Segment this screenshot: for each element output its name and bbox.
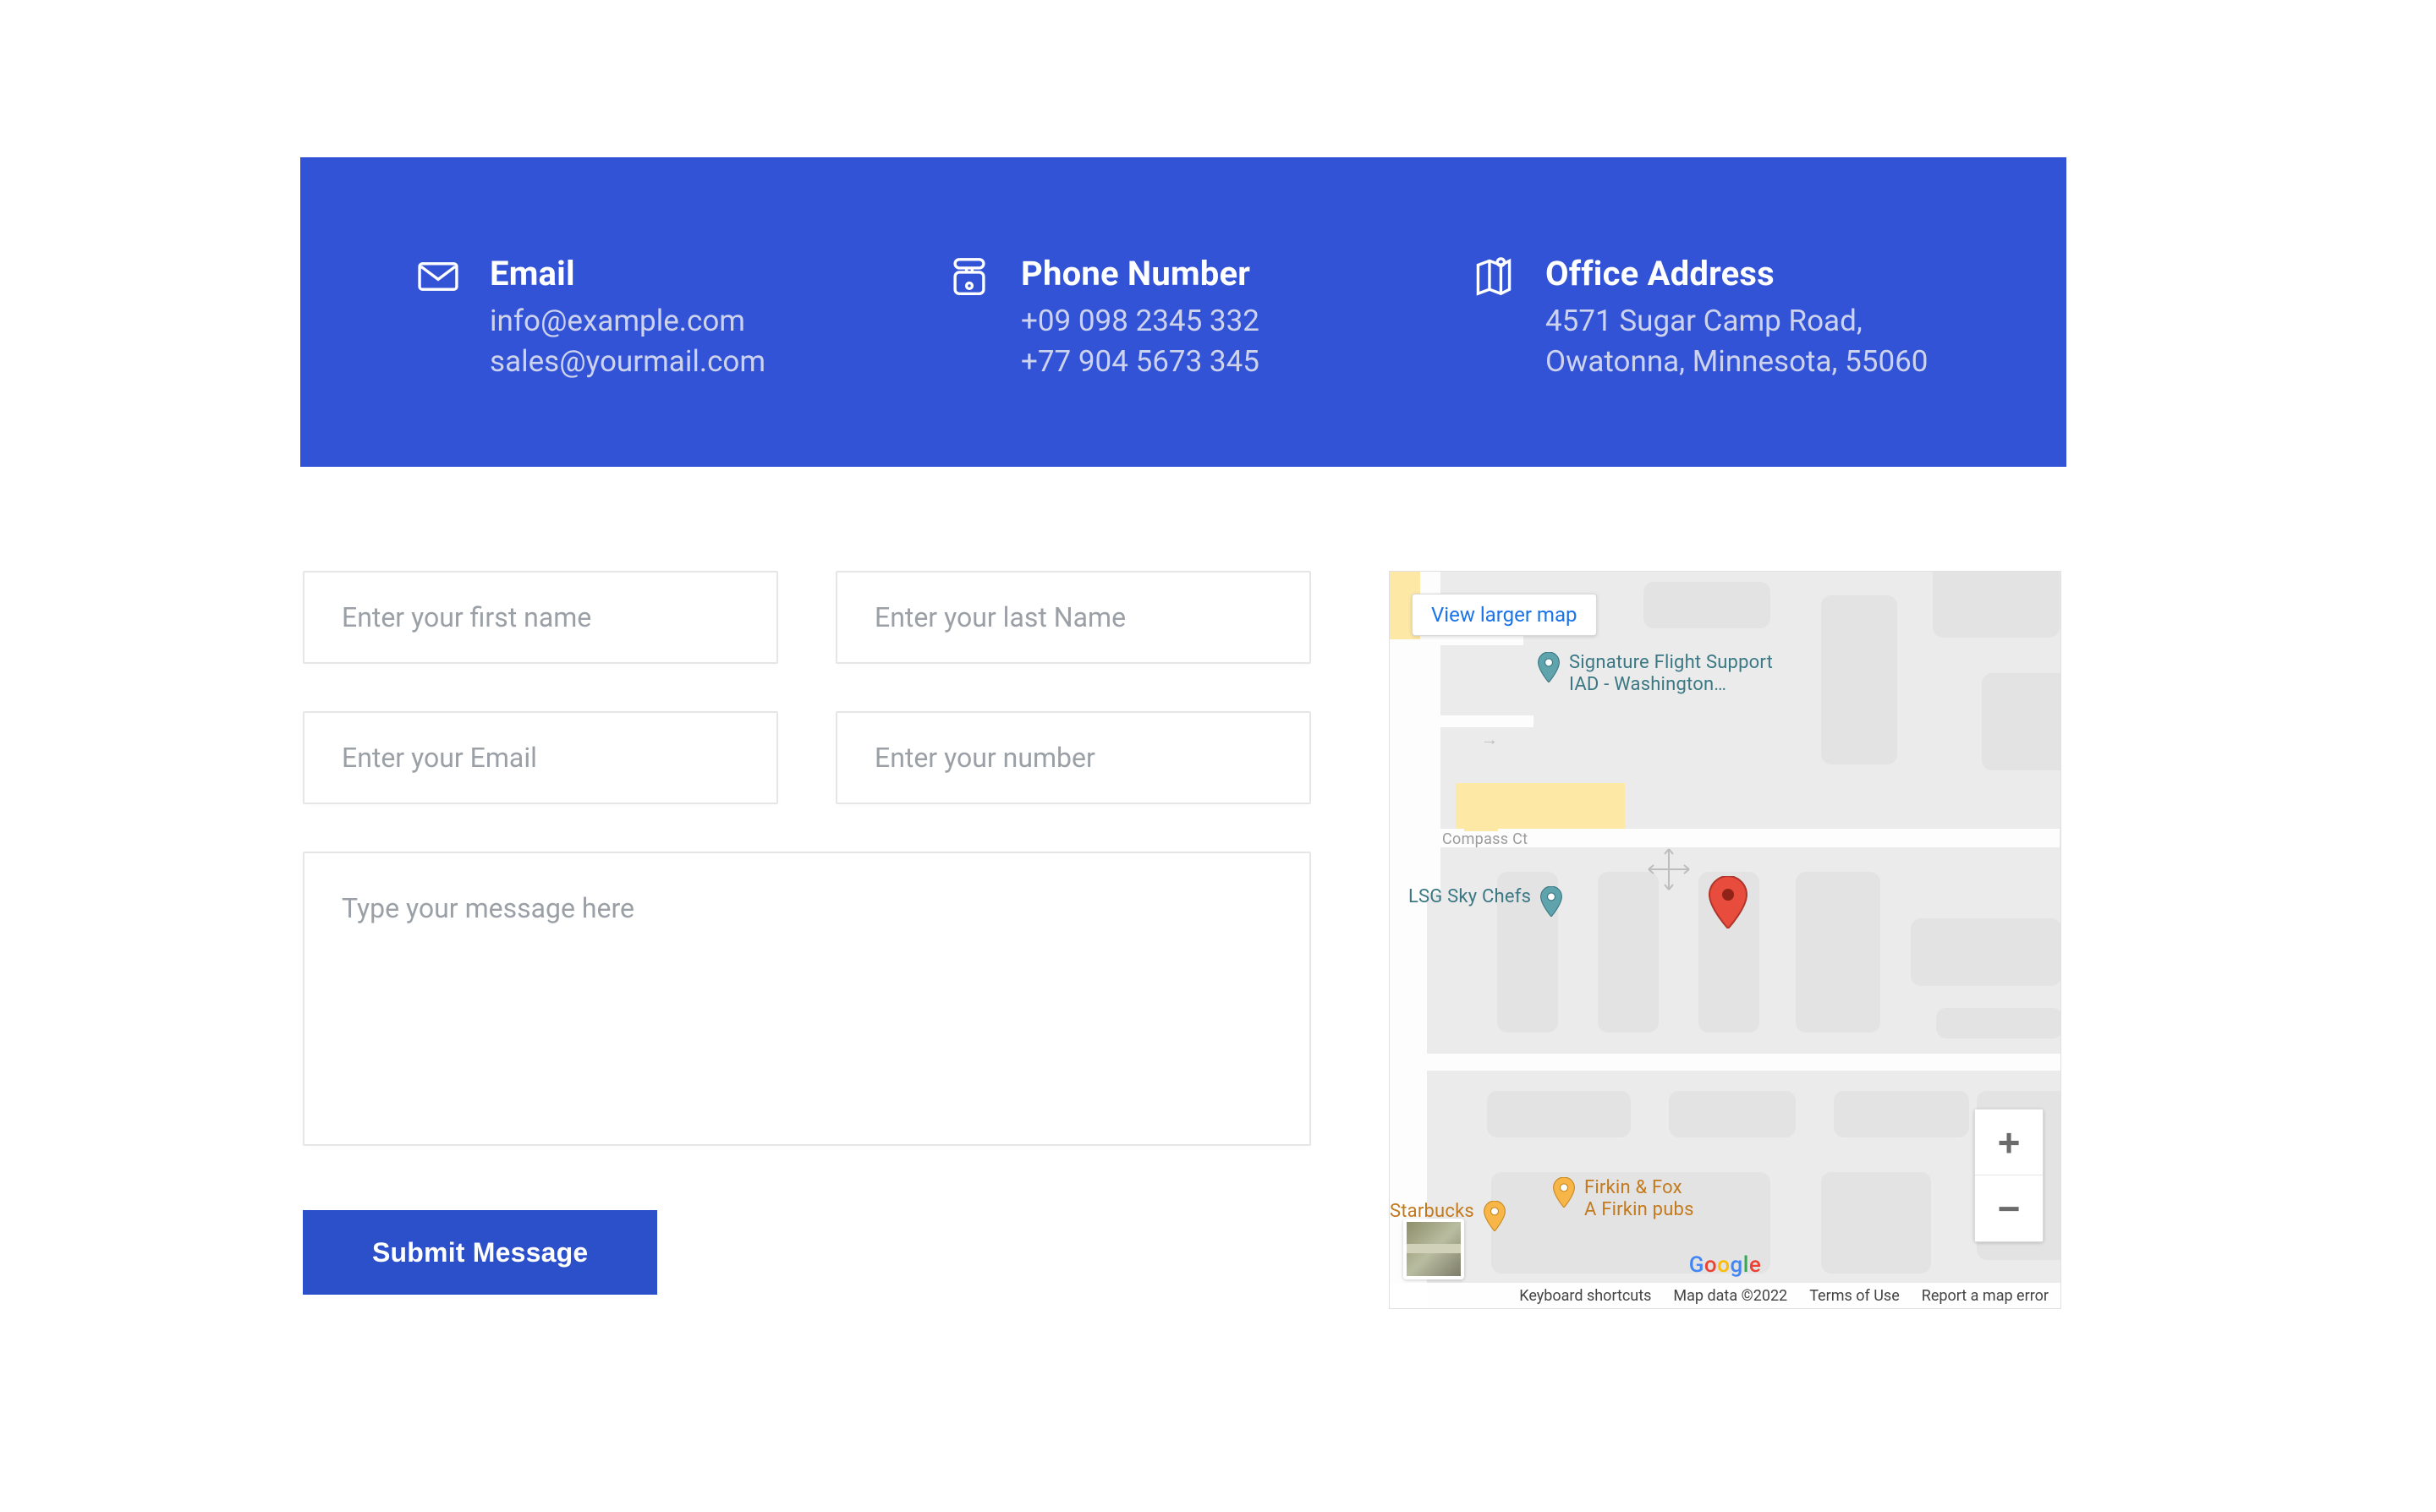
poi-pin-icon [1483,1201,1506,1231]
map-zoom-control: + − [1974,1109,2044,1242]
poi-label: LSG Sky Chefs [1408,886,1531,908]
map-shape [1911,918,2061,986]
contact-banner: Email info@example.com sales@yourmail.co… [300,157,2066,467]
map-building [1464,804,1498,831]
map-shape [1936,1008,2061,1038]
map-icon [1471,254,1517,299]
map-location-marker-icon[interactable] [1708,876,1748,929]
number-field[interactable] [836,711,1311,804]
map-road [1390,1054,2061,1071]
submit-button[interactable]: Submit Message [303,1210,657,1295]
banner-address-col: Office Address 4571 Sugar Camp Road, Owa… [1471,254,1951,467]
zoom-in-button[interactable]: + [1975,1109,2043,1175]
banner-email-line1: info@example.com [490,301,765,342]
poi-pin-icon [1539,886,1563,917]
map-embed[interactable]: Compass Ct → Signature Flight Support IA… [1389,571,2061,1309]
banner-address-line1: 4571 Sugar Camp Road, [1545,301,1928,342]
google-logo: Google [1689,1252,1762,1278]
map-shape [1796,872,1880,1033]
banner-address-line2: Owatonna, Minnesota, 55060 [1545,342,1928,382]
banner-phone-col: Phone Number +09 098 2345 332 +77 904 56… [946,254,1471,467]
map-footer: Keyboard shortcuts Map data ©2022 Terms … [1390,1283,2060,1308]
map-shape [1933,571,2060,638]
map-shape [1821,1172,1931,1274]
banner-email-line2: sales@yourmail.com [490,342,765,382]
view-larger-map-button[interactable]: View larger map [1412,594,1597,636]
banner-email-col: Email info@example.com sales@yourmail.co… [415,254,946,467]
map-keyboard-shortcuts[interactable]: Keyboard shortcuts [1519,1287,1651,1305]
map-arrow-icon: → [1481,729,1498,750]
poi-label: A Firkin pubs [1584,1199,1694,1221]
banner-phone-title: Phone Number [1021,254,1259,294]
map-shape [1669,1091,1796,1137]
map-shape [1643,582,1770,628]
phone-icon [946,254,992,299]
banner-address-title: Office Address [1545,254,1928,294]
poi-label: IAD - Washington… [1569,674,1773,696]
map-poi-signature[interactable]: Signature Flight Support IAD - Washingto… [1537,652,1773,697]
map-shape [1821,595,1897,764]
map-copyright[interactable]: Map data ©2022 [1673,1287,1787,1305]
last-name-field[interactable] [836,571,1311,664]
email-field[interactable] [303,711,778,804]
zoom-out-button[interactable]: − [1975,1175,2043,1241]
map-road-label: Compass Ct [1442,830,1528,848]
map-poi-firkin[interactable]: Firkin & Fox A Firkin pubs [1552,1177,1694,1222]
contact-form: Submit Message [303,571,1311,1309]
message-field[interactable] [303,852,1311,1146]
poi-pin-icon [1537,652,1561,682]
banner-phone-line1: +09 098 2345 332 [1021,301,1259,342]
map-compass-cross-icon [1643,844,1694,898]
map-imagery-toggle[interactable] [1403,1219,1464,1279]
poi-label: Signature Flight Support [1569,652,1773,674]
poi-label: Firkin & Fox [1584,1177,1694,1199]
email-icon [415,254,461,299]
map-shape [1487,1091,1631,1137]
banner-phone-line2: +77 904 5673 345 [1021,342,1259,382]
map-report-error[interactable]: Report a map error [1922,1287,2049,1305]
first-name-field[interactable] [303,571,778,664]
map-shape [1834,1091,1969,1137]
map-terms[interactable]: Terms of Use [1809,1287,1900,1305]
map-shape [1982,673,2061,770]
map-poi-lsg[interactable]: LSG Sky Chefs [1408,886,1563,917]
map-road [1390,715,1533,727]
poi-pin-icon [1552,1177,1576,1208]
banner-email-title: Email [490,254,765,294]
